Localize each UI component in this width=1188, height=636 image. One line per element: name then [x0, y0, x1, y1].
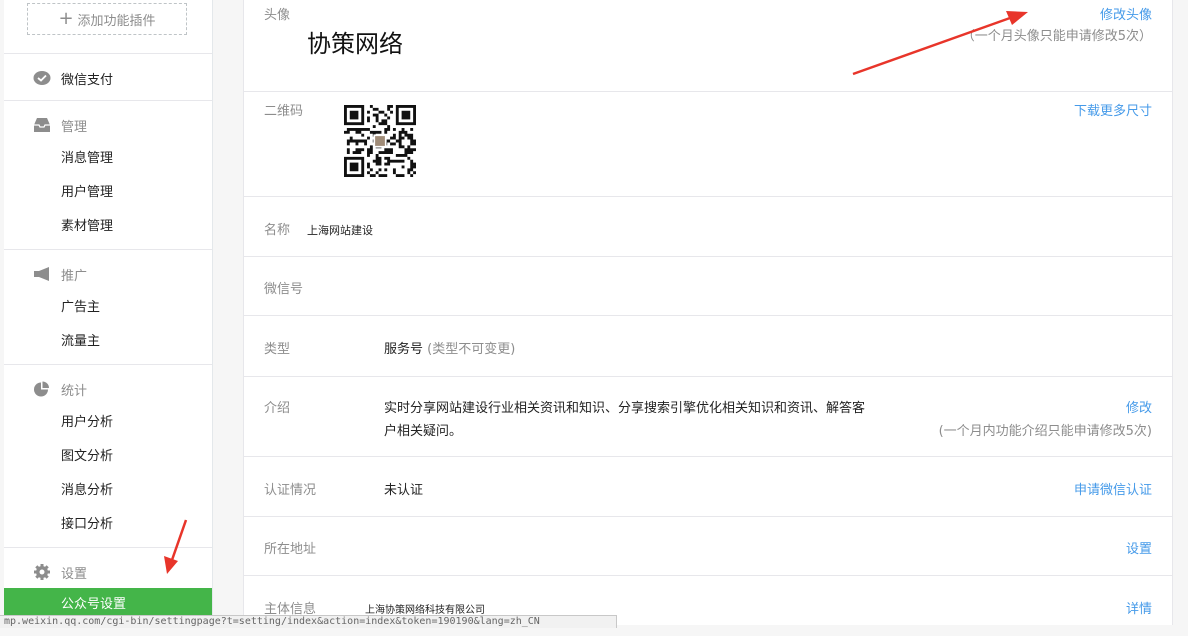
sidebar-item-api-analysis[interactable]: 接口分析: [4, 513, 212, 537]
browser-status-url: mp.weixin.qq.com/cgi-bin/settingpage?t=s…: [0, 615, 617, 628]
sidebar-item-material-manage[interactable]: 素材管理: [4, 215, 212, 239]
section-manage: 管理: [4, 113, 212, 137]
row-verify: 认证情况 未认证 申请微信认证: [244, 457, 1172, 517]
inbox-icon: [34, 118, 50, 132]
section-settings: 设置: [4, 560, 212, 584]
sidebar-item-advertiser[interactable]: 广告主: [4, 296, 212, 320]
divider: [4, 53, 212, 54]
divider: [4, 547, 212, 548]
avatar: 协策网络: [307, 30, 403, 58]
sidebar-item-user-manage[interactable]: 用户管理: [4, 181, 212, 205]
section-title: 统计: [61, 383, 88, 399]
sidebar-item-wechat-pay[interactable]: 微信支付: [4, 66, 212, 90]
row-wechat-id: 微信号: [244, 257, 1172, 316]
verify-status: 未认证: [384, 483, 424, 498]
row-address: 所在地址 设置: [244, 517, 1172, 576]
intro-tip: (一个月内功能介绍只能申请修改5次): [938, 424, 1152, 439]
account-type-value: 服务号: [384, 342, 424, 357]
section-title: 设置: [61, 566, 88, 582]
row-label: 所在地址: [264, 542, 317, 557]
sidebar-item-message-analysis[interactable]: 消息分析: [4, 479, 212, 503]
account-type: 服务号 (类型不可变更): [384, 338, 515, 357]
section-title: 推广: [61, 268, 88, 284]
row-label: 微信号: [264, 282, 304, 297]
divider: [4, 100, 212, 101]
divider: [4, 249, 212, 250]
edit-intro-link[interactable]: 修改: [1126, 397, 1152, 416]
pie-chart-icon: [34, 381, 49, 397]
divider: [4, 364, 212, 365]
row-avatar: 头像 协策网络 修改头像 （一个月头像只能申请修改5次）: [244, 0, 1172, 92]
change-avatar-link[interactable]: 修改头像: [1100, 4, 1152, 23]
row-label: 类型: [264, 342, 291, 357]
sidebar-item-article-analysis[interactable]: 图文分析: [4, 445, 212, 469]
add-plugin-label: 添加功能插件: [77, 13, 156, 29]
row-label: 名称: [264, 223, 291, 238]
sidebar-item-label: 微信支付: [61, 72, 114, 88]
apply-verify-link[interactable]: 申请微信认证: [1074, 479, 1152, 498]
row-label: 二维码: [264, 104, 304, 119]
row-label: 介绍: [264, 401, 291, 416]
row-qrcode: 二维码 下载更多尺寸: [244, 92, 1172, 197]
account-type-note: (类型不可变更): [427, 342, 516, 357]
set-address-link[interactable]: 设置: [1126, 538, 1152, 557]
row-label: 头像: [264, 8, 291, 23]
intro-line-2: 户相关疑问。: [384, 424, 463, 439]
add-plugin-button[interactable]: + 添加功能插件: [27, 3, 187, 35]
row-label: 认证情况: [264, 483, 317, 498]
sidebar-item-publisher[interactable]: 流量主: [4, 330, 212, 354]
account-name: 上海网站建设: [307, 224, 373, 237]
row-name: 名称 上海网站建设: [244, 197, 1172, 257]
sidebar: + 添加功能插件 微信支付 管理 消息管理 用户管理 素材管理 推广 广告主 流…: [4, 0, 213, 625]
megaphone-icon: [34, 267, 49, 281]
section-promote: 推广: [4, 262, 212, 286]
avatar-tip: （一个月头像只能申请修改5次）: [961, 29, 1152, 44]
row-type: 类型 服务号 (类型不可变更): [244, 316, 1172, 377]
sidebar-item-message-manage[interactable]: 消息管理: [4, 147, 212, 171]
gear-icon: [34, 564, 50, 580]
row-intro: 介绍 实时分享网站建设行业相关资讯和知识、分享搜索引擎优化相关知识和资讯、解答客…: [244, 377, 1172, 457]
sidebar-item-user-analysis[interactable]: 用户分析: [4, 411, 212, 435]
intro-line-1: 实时分享网站建设行业相关资讯和知识、分享搜索引擎优化相关知识和资讯、解答客: [384, 401, 866, 416]
section-stats: 统计: [4, 377, 212, 401]
wechat-pay-icon: [33, 71, 51, 85]
qr-code: [344, 105, 416, 177]
account-settings-panel: 头像 协策网络 修改头像 （一个月头像只能申请修改5次） 二维码 下载更多尺寸 …: [243, 0, 1173, 625]
plus-icon: +: [58, 8, 74, 29]
section-title: 管理: [61, 119, 88, 135]
entity-detail-link[interactable]: 详情: [1126, 598, 1152, 617]
entity-name: 上海协策网络科技有限公司: [365, 605, 485, 616]
download-sizes-link[interactable]: 下载更多尺寸: [1074, 100, 1152, 119]
